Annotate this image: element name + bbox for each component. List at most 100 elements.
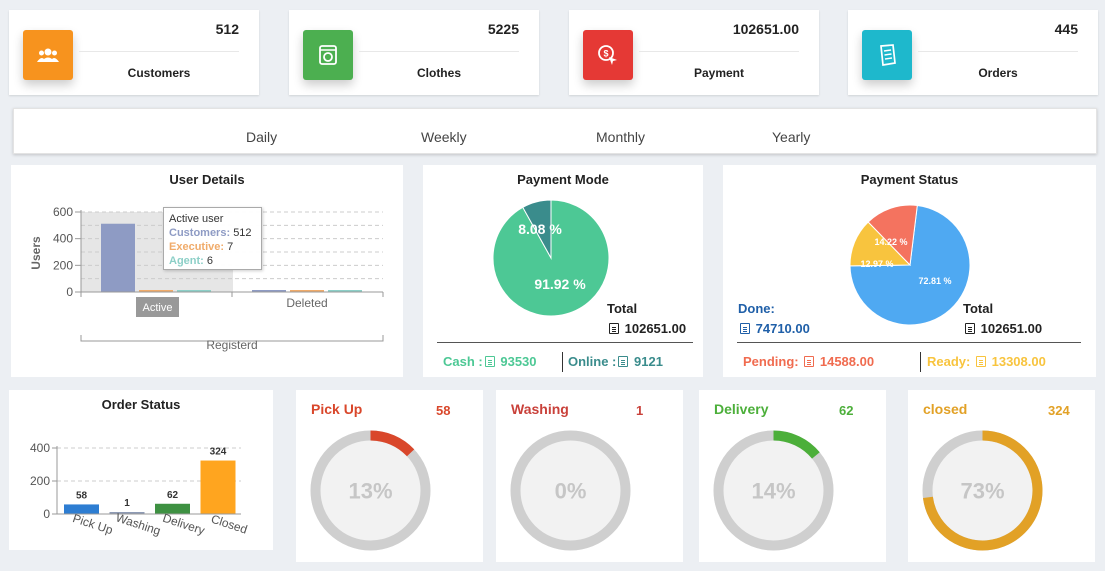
orders-count: 445 [1054,21,1078,37]
payment-amount: 102651.00 [732,21,799,37]
washing-title: Washing [511,401,569,417]
y-axis-label: Users [29,236,43,270]
closed-status-card[interactable]: closed 324 73% [908,390,1095,562]
delivery-status-card[interactable]: Delivery 62 14% [699,390,886,562]
payment-label: Payment [693,66,745,80]
online-value: 9121 [634,354,663,369]
divider [359,51,519,52]
y-tick-label: 200 [30,474,50,488]
payment-card[interactable]: $ 102651.00 Payment [569,10,819,95]
customers-card[interactable]: 512 Customers [9,10,259,95]
tooltip-customers-value: 512 [233,227,252,239]
divider [562,352,563,372]
ring-percent-label: 73% [960,479,1004,504]
x-tick-label: Closed [209,512,249,537]
pie-label-cash: 91.92 % [534,276,586,292]
tooltip-customers-label: Customers: [169,227,231,239]
tab-yearly[interactable]: Yearly [772,129,810,145]
delivery-title: Delivery [714,401,769,417]
payment-status-chart: 72.81 % 12.97 % 14.22 % [849,204,971,326]
y-tick-label: 0 [43,507,50,521]
y-tick-label: 400 [53,232,73,246]
divider [737,342,1081,343]
cash-value: 93530 [500,354,537,369]
divider [437,342,693,343]
ready-value: 13308.00 [991,354,1046,369]
pickup-status-card[interactable]: Pick Up 58 13% [296,390,483,562]
clothes-card[interactable]: 5225 Clothes [289,10,539,95]
user-details-panel: User Details Users 0 200 400 600 Deleted Ac… [11,165,403,377]
divider [918,51,1078,52]
order-status-chart: 0 200 400 58 1 62 324 Pick Up WashingDelivery C… [30,441,249,538]
receipt-icon [618,356,629,367]
y-tick-label: 200 [53,258,73,272]
receipt-icon [862,30,912,80]
tab-weekly[interactable]: Weekly [421,129,467,145]
x-tick-label: Delivery [161,511,207,538]
delivery-count: 62 [839,403,854,418]
user-details-chart: Users 0 200 400 600 Deleted Active Register… [29,205,384,352]
payment-mode-chart: 91.92 % 8.08 % [492,199,610,317]
x-axis-label: Registerd [206,338,257,352]
payment-status-total-label: Total [963,301,994,316]
y-tick-label: 600 [53,205,73,219]
washing-status-card[interactable]: Washing 1 0% [496,390,683,562]
washing-count: 1 [636,403,644,418]
receipt-icon [965,323,975,334]
receipt-icon [740,323,750,334]
clothes-label: Clothes [416,66,461,80]
y-tick-label: 400 [30,441,50,455]
tooltip-title: Active user [169,213,224,225]
pending-label: Pending: [743,354,799,369]
payment-mode-total-label: Total [607,301,638,316]
orders-label: Orders [978,66,1018,80]
pickup-title: Pick Up [311,401,363,417]
svg-text:$: $ [603,49,608,59]
receipt-icon [484,356,495,367]
tooltip-executive-value: 7 [227,241,234,253]
receipt-icon [804,356,815,367]
payment-status-total-value: 102651.00 [980,321,1043,336]
closed-count: 324 [1048,403,1070,418]
washing-progress-ring: 0% [510,430,631,551]
tab-monthly[interactable]: Monthly [596,129,645,145]
bar-customers-active[interactable] [101,223,135,292]
cash-label: Cash : [443,354,483,369]
closed-title: closed [923,401,968,417]
customers-label: Customers [127,66,191,80]
ready-label: Ready: [927,354,971,369]
payment-mode-total-value: 102651.00 [624,321,687,336]
receipt-icon [609,323,619,334]
divider [920,352,921,372]
tab-daily[interactable]: Daily [246,129,277,145]
pickup-count: 58 [436,403,451,418]
online-label: Online : [568,354,617,369]
pie-label-ready: 12.97 % [860,259,893,269]
divider [639,51,799,52]
pie-label-online: 8.08 % [518,221,562,237]
bar-closed[interactable] [200,460,236,514]
bar-value-label: 62 [167,490,179,501]
order-status-panel: Order Status 0 200 400 58 1 62 324 Pick Up Was… [9,390,273,550]
pie-label-pending: 14.22 % [874,237,907,247]
customers-count: 512 [215,21,239,37]
bar-value-label: 1 [124,498,130,509]
x-tick-label-deleted: Deleted [286,296,327,310]
period-tabs: Daily Weekly Monthly Yearly [13,108,1097,154]
washing-machine-icon [303,30,353,80]
payment-mode-panel: Payment Mode 91.92 % 8.08 % Total 102651.… [423,165,703,377]
done-value: 74710.00 [755,321,810,336]
ring-percent-label: 13% [348,479,392,504]
receipt-icon [975,356,986,367]
payment-icon: $ [583,30,633,80]
ring-percent-label: 0% [555,479,587,504]
divider [79,51,239,52]
orders-card[interactable]: 445 Orders [848,10,1098,95]
x-tick-label: Pick Up [71,511,115,537]
tooltip-agent-label: Agent: [169,255,204,267]
pickup-progress-ring: 13% [310,430,431,551]
bar-value-label: 58 [76,490,88,501]
x-tick-label-active[interactable]: Active [143,302,173,314]
closed-progress-ring: 73% [922,430,1043,551]
chart-tooltip: Active user Customers: 512 Executive: 7 … [163,207,262,270]
